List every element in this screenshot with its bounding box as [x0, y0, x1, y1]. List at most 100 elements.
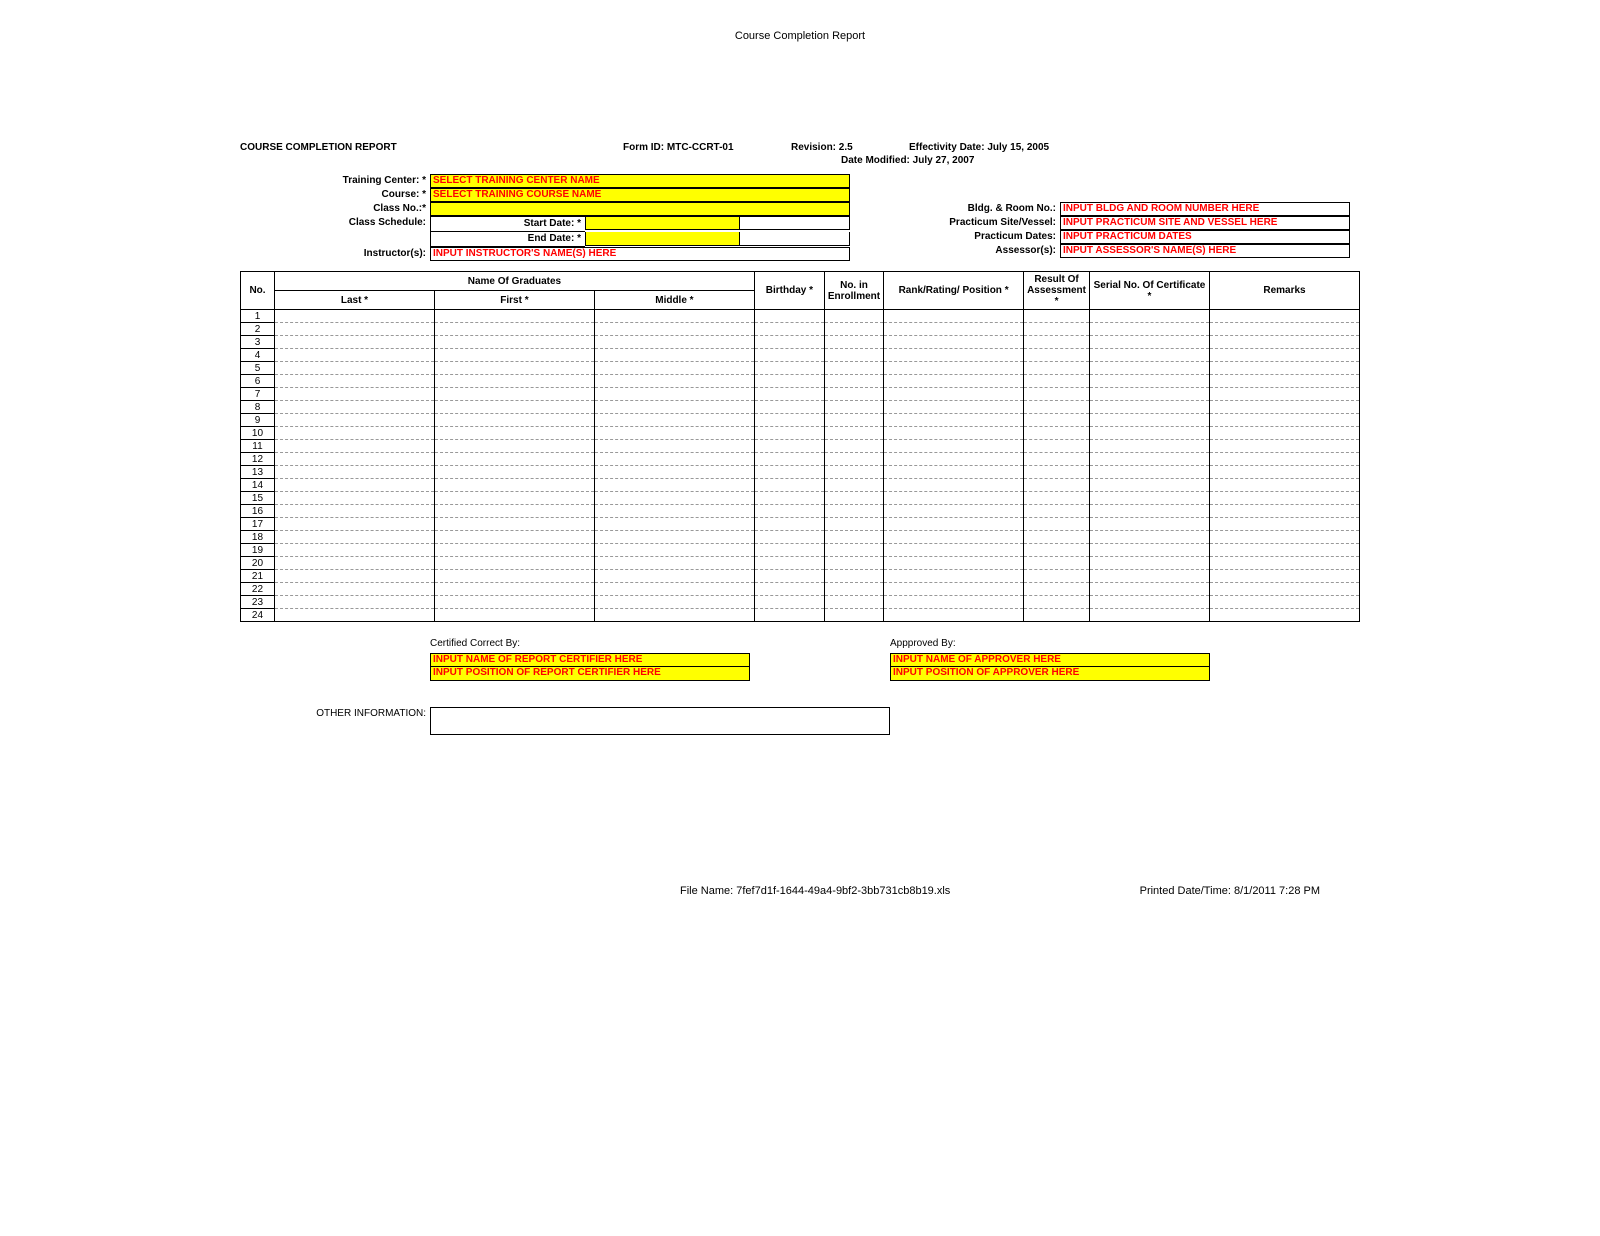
- cell[interactable]: [884, 414, 1024, 427]
- cell[interactable]: [884, 518, 1024, 531]
- cell[interactable]: [1209, 440, 1359, 453]
- cell[interactable]: [434, 583, 594, 596]
- cell[interactable]: [1090, 570, 1210, 583]
- cell[interactable]: [434, 388, 594, 401]
- cell[interactable]: [754, 518, 824, 531]
- cell[interactable]: [594, 505, 754, 518]
- cell[interactable]: [594, 375, 754, 388]
- certified-name-input[interactable]: INPUT NAME OF REPORT CERTIFIER HERE: [430, 653, 750, 667]
- assessor-input[interactable]: INPUT ASSESSOR'S NAME(S) HERE: [1060, 244, 1350, 258]
- cell[interactable]: [274, 440, 434, 453]
- cell[interactable]: [884, 544, 1024, 557]
- cell[interactable]: [754, 544, 824, 557]
- cell[interactable]: [1209, 362, 1359, 375]
- cell[interactable]: [824, 349, 883, 362]
- class-no-input[interactable]: [430, 202, 850, 216]
- cell[interactable]: [1209, 401, 1359, 414]
- bldg-room-input[interactable]: INPUT BLDG AND ROOM NUMBER HERE: [1060, 202, 1350, 216]
- approved-name-input[interactable]: INPUT NAME OF APPROVER HERE: [890, 653, 1210, 667]
- cell[interactable]: [434, 427, 594, 440]
- cell[interactable]: [754, 375, 824, 388]
- cell[interactable]: [1209, 596, 1359, 609]
- cell[interactable]: [1024, 310, 1090, 323]
- cell[interactable]: [884, 479, 1024, 492]
- cell[interactable]: [1209, 557, 1359, 570]
- cell[interactable]: [754, 531, 824, 544]
- cell[interactable]: [754, 557, 824, 570]
- cell[interactable]: [274, 427, 434, 440]
- cell[interactable]: [434, 531, 594, 544]
- cell[interactable]: [1024, 414, 1090, 427]
- end-date-input-ext[interactable]: [740, 232, 850, 246]
- cell[interactable]: [1209, 388, 1359, 401]
- cell[interactable]: [274, 466, 434, 479]
- cell[interactable]: [434, 544, 594, 557]
- cell[interactable]: [1209, 518, 1359, 531]
- cell[interactable]: [754, 323, 824, 336]
- cell[interactable]: [1090, 323, 1210, 336]
- cell[interactable]: [274, 609, 434, 622]
- cell[interactable]: [1209, 414, 1359, 427]
- cell[interactable]: [824, 505, 883, 518]
- cell[interactable]: [274, 544, 434, 557]
- cell[interactable]: [824, 427, 883, 440]
- cell[interactable]: [1090, 505, 1210, 518]
- cell[interactable]: [754, 596, 824, 609]
- cell[interactable]: [824, 557, 883, 570]
- cell[interactable]: [1024, 492, 1090, 505]
- cell[interactable]: [884, 401, 1024, 414]
- cell[interactable]: [1024, 583, 1090, 596]
- cell[interactable]: [274, 583, 434, 596]
- cell[interactable]: [1090, 596, 1210, 609]
- cell[interactable]: [884, 505, 1024, 518]
- cell[interactable]: [824, 388, 883, 401]
- cell[interactable]: [824, 466, 883, 479]
- cell[interactable]: [1090, 466, 1210, 479]
- cell[interactable]: [274, 414, 434, 427]
- cell[interactable]: [1209, 349, 1359, 362]
- cell[interactable]: [1024, 609, 1090, 622]
- cell[interactable]: [1209, 544, 1359, 557]
- cell[interactable]: [274, 336, 434, 349]
- cell[interactable]: [754, 492, 824, 505]
- cell[interactable]: [594, 518, 754, 531]
- cell[interactable]: [824, 453, 883, 466]
- cell[interactable]: [274, 492, 434, 505]
- cell[interactable]: [274, 531, 434, 544]
- cell[interactable]: [1090, 557, 1210, 570]
- cell[interactable]: [274, 557, 434, 570]
- cell[interactable]: [1209, 466, 1359, 479]
- cell[interactable]: [594, 492, 754, 505]
- cell[interactable]: [824, 401, 883, 414]
- cell[interactable]: [594, 531, 754, 544]
- cell[interactable]: [594, 609, 754, 622]
- cell[interactable]: [1209, 583, 1359, 596]
- cell[interactable]: [434, 310, 594, 323]
- cell[interactable]: [754, 440, 824, 453]
- cell[interactable]: [1090, 310, 1210, 323]
- cell[interactable]: [434, 323, 594, 336]
- cell[interactable]: [754, 505, 824, 518]
- cell[interactable]: [824, 414, 883, 427]
- cell[interactable]: [434, 466, 594, 479]
- cell[interactable]: [434, 362, 594, 375]
- cell[interactable]: [594, 596, 754, 609]
- cell[interactable]: [754, 427, 824, 440]
- cell[interactable]: [1209, 570, 1359, 583]
- cell[interactable]: [274, 518, 434, 531]
- cell[interactable]: [1209, 453, 1359, 466]
- cell[interactable]: [274, 349, 434, 362]
- cell[interactable]: [274, 479, 434, 492]
- cell[interactable]: [754, 414, 824, 427]
- cell[interactable]: [754, 310, 824, 323]
- cell[interactable]: [434, 505, 594, 518]
- cell[interactable]: [754, 609, 824, 622]
- cell[interactable]: [1090, 401, 1210, 414]
- cell[interactable]: [1209, 609, 1359, 622]
- cell[interactable]: [1090, 388, 1210, 401]
- cell[interactable]: [1024, 323, 1090, 336]
- cell[interactable]: [824, 310, 883, 323]
- cell[interactable]: [1024, 362, 1090, 375]
- cell[interactable]: [1024, 544, 1090, 557]
- cell[interactable]: [1209, 336, 1359, 349]
